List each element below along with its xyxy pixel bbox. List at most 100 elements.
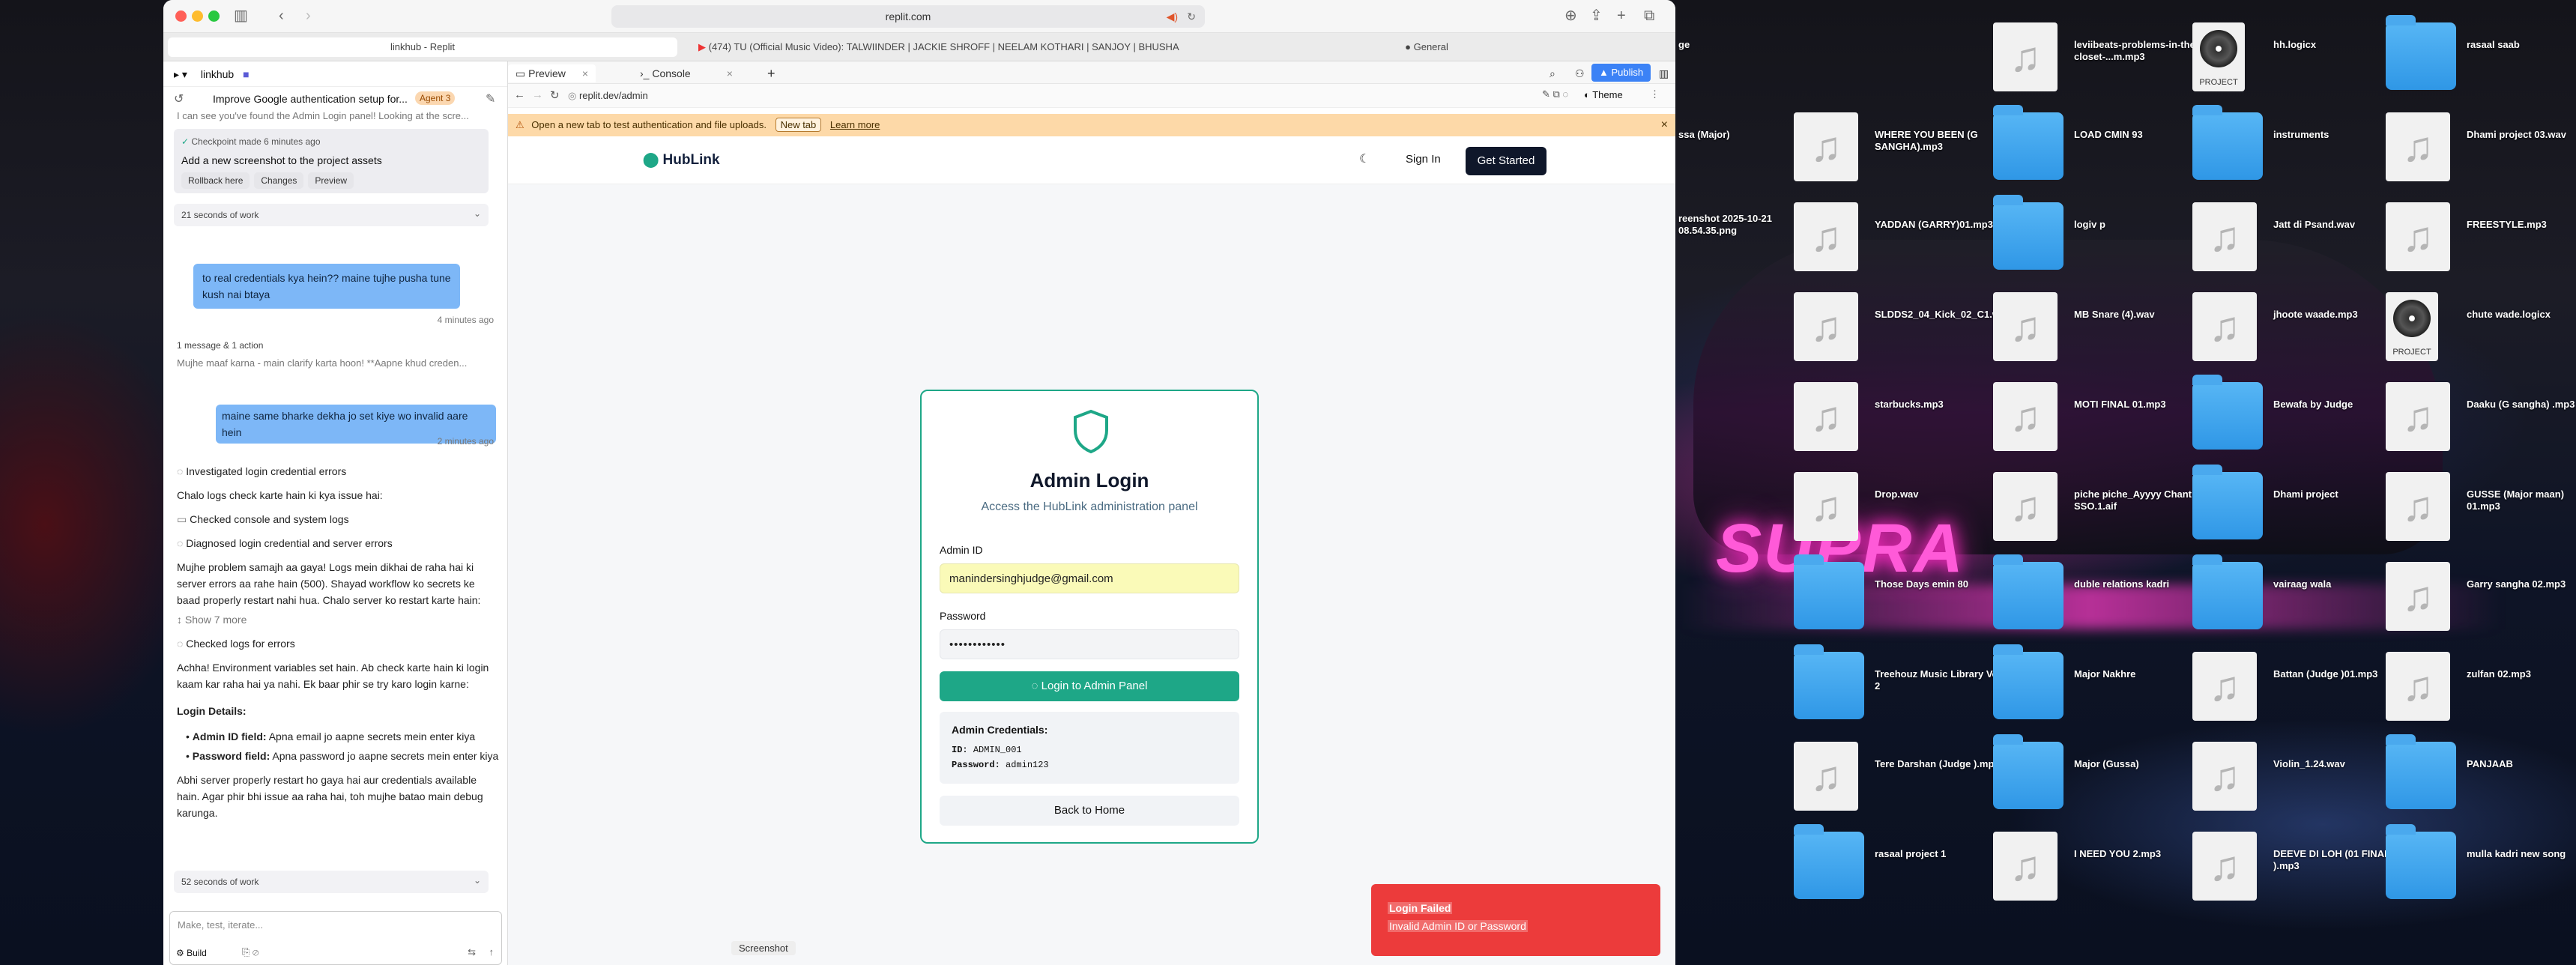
folder-icon[interactable] [1993,105,2063,180]
audio-file-icon[interactable]: ♫ [2192,652,2257,721]
learn-more-link[interactable]: Learn more [830,119,880,130]
login-button[interactable]: ◌ Login to Admin Panel [940,671,1239,701]
close-banner-icon[interactable]: × [1661,114,1668,136]
audio-file-icon[interactable]: ♫ [1993,382,2058,451]
forward-icon[interactable]: → [532,88,543,101]
build-mode-button[interactable]: ⚙ Build [176,948,207,958]
folder-icon[interactable] [2386,15,2456,90]
audio-file-icon[interactable]: ♫ [2192,832,2257,901]
folder-icon[interactable] [2386,824,2456,899]
back-icon[interactable]: ← [514,88,525,101]
tab-overview-icon[interactable]: ⧉ [1644,7,1654,25]
replit-menu-icon[interactable]: ▸ ▾ [174,68,187,80]
minimize-window-button[interactable] [192,10,203,22]
folder-icon[interactable] [1794,644,1864,719]
audio-file-icon[interactable]: ♫ [1993,292,2058,361]
chat-input[interactable]: Make, test, iterate... ⚙ Build ⎘ ⊘ ⇆ ↑ [169,911,502,965]
attach-icon[interactable]: ⎘ ⊘ [242,946,259,958]
close-icon[interactable]: × [727,67,733,79]
audio-file-icon[interactable]: ♫ [1993,22,2058,91]
more-icon[interactable]: ⋮ [1650,88,1660,100]
site-logo[interactable]: ⬤ HubLink [643,151,720,169]
audio-playing-icon[interactable]: ◀) [1167,5,1178,28]
tab-github[interactable]: ● General [1187,37,1666,57]
folder-icon[interactable] [2386,734,2456,809]
tab-replit[interactable]: linkhub - Replit [168,37,677,57]
audio-file-icon[interactable]: ♫ [2386,652,2450,721]
folder-icon[interactable] [1993,554,2063,629]
tab-console[interactable]: ›_ Console × [632,64,740,82]
folder-icon[interactable] [2192,375,2263,450]
devtools-icons[interactable]: ✎ ⧉ ◌ [1542,88,1568,100]
new-tab-icon[interactable]: + [1617,7,1626,25]
publish-button[interactable]: ▲ Publish [1591,64,1651,82]
back-to-home-button[interactable]: Back to Home [940,796,1239,826]
audio-file-icon[interactable]: ♫ [1993,472,2058,541]
reload-icon[interactable]: ↻ [1187,5,1196,28]
close-window-button[interactable] [175,10,187,22]
folder-icon[interactable] [1993,195,2063,270]
audio-file-icon[interactable]: ♫ [2386,202,2450,271]
audio-file-icon[interactable]: ♫ [1794,292,1858,361]
work-summary-1[interactable]: 21 seconds of work ⌄ [174,204,489,226]
logic-project-icon[interactable]: PROJECT [2386,292,2438,361]
tab-youtube[interactable]: ▶ (474) TU (Official Music Video): TALWI… [685,37,1179,57]
dark-mode-icon[interactable]: ☾ [1359,151,1370,166]
layout-icon[interactable]: ▥ [1651,64,1675,82]
project-name[interactable]: linkhub [201,68,234,80]
audio-file-icon[interactable]: ♫ [1794,112,1858,181]
admin-id-input[interactable]: manindersinghjudge@gmail.com [940,563,1239,593]
add-tab-icon[interactable]: + [760,64,783,82]
reload-icon[interactable]: ↻ [550,88,560,102]
folder-icon[interactable] [1794,554,1864,629]
sidebar-toggle-icon[interactable]: ▥ [234,7,248,25]
audio-file-icon[interactable]: ♫ [2192,202,2257,271]
back-arrow-icon[interactable]: ‹ [279,7,284,25]
audio-file-icon[interactable]: ♫ [1794,202,1858,271]
show-more-link[interactable]: ↕ Show 7 more [177,611,247,628]
history-icon[interactable]: ↺ [174,91,184,106]
invite-icon[interactable]: ⚇ [1567,64,1592,82]
get-started-button[interactable]: Get Started [1466,147,1546,175]
theme-toggle[interactable]: ◐ Theme [1584,89,1623,100]
audio-file-icon[interactable]: ♫ [2192,292,2257,361]
chat-title[interactable]: Improve Google authentication setup for.… [213,93,408,105]
new-chat-icon[interactable]: ✎ [486,91,495,106]
forward-arrow-icon[interactable]: › [306,7,311,25]
folder-icon[interactable] [2192,554,2263,629]
audio-file-icon[interactable]: ♫ [2192,742,2257,811]
audio-file-icon[interactable]: ♫ [2386,112,2450,181]
share-icon[interactable]: ⇪ [1590,7,1603,25]
work-summary-2[interactable]: 52 seconds of work ⌄ [174,871,489,893]
audio-file-icon[interactable]: ♫ [2386,472,2450,541]
preview-url-input[interactable]: ◎ replit.dev/admin [568,87,1018,105]
preview-checkpoint-button[interactable]: Preview [308,172,354,189]
logic-project-icon[interactable]: PROJECT [2192,22,2245,91]
close-icon[interactable]: × [582,67,588,79]
tab-preview[interactable]: ▭ Preview × [508,64,596,82]
address-bar[interactable]: replit.com ◀) ↻ [611,5,1205,28]
screenshot-button[interactable]: Screenshot [731,941,796,955]
audio-file-icon[interactable]: ♫ [1993,832,2058,901]
folder-icon[interactable] [1993,644,2063,719]
folder-icon[interactable] [1993,734,2063,809]
settings-icon[interactable]: ⇆ [468,946,476,958]
action-summary[interactable]: 1 message & 1 action [177,337,263,354]
rollback-button[interactable]: Rollback here [181,172,250,189]
send-icon[interactable]: ↑ [489,946,495,958]
audio-file-icon[interactable]: ♫ [2386,562,2450,631]
folder-icon[interactable] [2192,465,2263,539]
zoom-window-button[interactable] [208,10,220,22]
audio-file-icon[interactable]: ♫ [1794,472,1858,541]
audio-file-icon[interactable]: ♫ [1794,742,1858,811]
password-input[interactable]: •••••••••••• [940,629,1239,659]
folder-icon[interactable] [1794,824,1864,899]
new-tab-button[interactable]: New tab [775,118,822,132]
audio-file-icon[interactable]: ♫ [2386,382,2450,451]
sign-in-link[interactable]: Sign In [1406,153,1441,166]
search-icon[interactable]: ⌕ [1542,64,1563,82]
folder-icon[interactable] [2192,105,2263,180]
audio-file-icon[interactable]: ♫ [1794,382,1858,451]
changes-button[interactable]: Changes [254,172,304,189]
download-icon[interactable]: ⊕ [1564,7,1577,25]
